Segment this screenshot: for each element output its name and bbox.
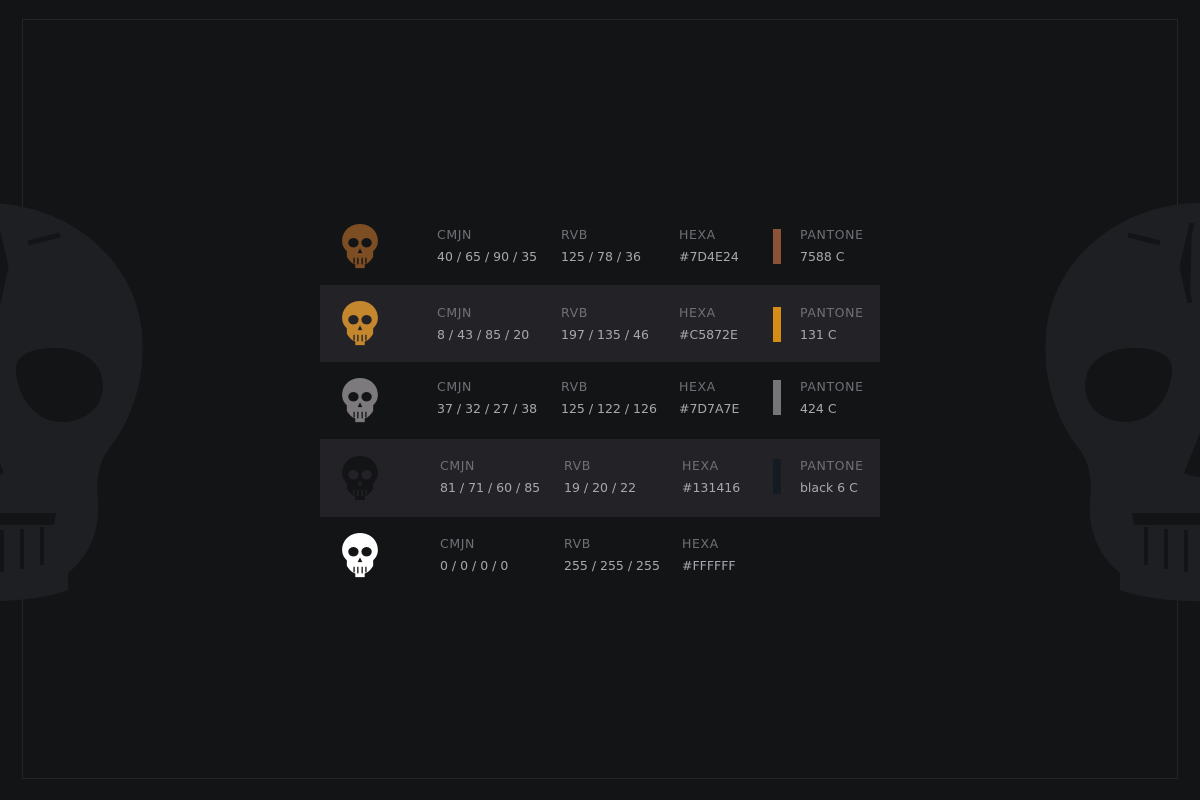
hexa-field: HEXA #C5872E [679, 306, 738, 342]
rvb-field: RVB 125 / 122 / 126 [561, 380, 657, 416]
rvb-label: RVB [561, 305, 588, 320]
pantone-swatch [773, 307, 781, 342]
rvb-value: 125 / 122 / 126 [561, 401, 657, 416]
rvb-field: RVB 255 / 255 / 255 [564, 537, 660, 573]
background-skull-right [1040, 195, 1200, 610]
cmjn-field: CMJN 8 / 43 / 85 / 20 [437, 306, 529, 342]
hexa-field: HEXA #FFFFFF [682, 537, 736, 573]
skull-icon [342, 532, 378, 578]
skull-icon [342, 300, 378, 346]
skull-shape [342, 223, 378, 269]
hexa-value: #131416 [682, 480, 741, 495]
hexa-field: HEXA #7D4E24 [679, 228, 739, 264]
hexa-field: HEXA #131416 [682, 459, 740, 495]
pantone-swatch [773, 229, 781, 264]
hexa-value: #FFFFFF [682, 558, 736, 573]
hexa-value: #7D4E24 [679, 249, 739, 264]
pantone-label: PANTONE [800, 227, 864, 242]
skull-icon [0, 203, 143, 601]
hexa-label: HEXA [679, 305, 716, 320]
skull-icon [342, 223, 378, 269]
cmjn-label: CMJN [440, 536, 475, 551]
palette-row-brown: CMJN 40 / 65 / 90 / 35 RVB 125 / 78 / 36… [320, 208, 880, 285]
color-palette: CMJN 40 / 65 / 90 / 35 RVB 125 / 78 / 36… [320, 208, 880, 593]
pantone-value: black 6 C [800, 480, 858, 495]
rvb-value: 255 / 255 / 255 [564, 558, 660, 573]
rvb-value: 19 / 20 / 22 [564, 480, 637, 495]
palette-row-white: CMJN 0 / 0 / 0 / 0 RVB 255 / 255 / 255 H… [320, 517, 880, 593]
skull-shape [342, 532, 378, 578]
rvb-label: RVB [561, 379, 588, 394]
cmjn-label: CMJN [440, 458, 475, 473]
rvb-label: RVB [564, 536, 591, 551]
palette-row-gray: CMJN 37 / 32 / 27 / 38 RVB 125 / 122 / 1… [320, 362, 880, 439]
skull-shape [342, 377, 378, 423]
rvb-label: RVB [561, 227, 588, 242]
hexa-field: HEXA #7D7A7E [679, 380, 739, 416]
skull-shape [342, 455, 378, 501]
cmjn-field: CMJN 40 / 65 / 90 / 35 [437, 228, 537, 264]
rvb-value: 197 / 135 / 46 [561, 327, 649, 342]
pantone-field: PANTONE black 6 C [800, 459, 864, 495]
hexa-label: HEXA [682, 458, 719, 473]
rvb-field: RVB 197 / 135 / 46 [561, 306, 649, 342]
background-skull-left [0, 195, 160, 610]
cmjn-value: 40 / 65 / 90 / 35 [437, 249, 538, 264]
palette-row-black: CMJN 81 / 71 / 60 / 85 RVB 19 / 20 / 22 … [320, 439, 880, 517]
cmjn-value: 8 / 43 / 85 / 20 [437, 327, 530, 342]
pantone-field: PANTONE 131 C [800, 306, 864, 342]
pantone-value: 131 C [800, 327, 837, 342]
hexa-label: HEXA [682, 536, 719, 551]
rvb-field: RVB 125 / 78 / 36 [561, 228, 641, 264]
pantone-swatch [773, 380, 781, 415]
pantone-label: PANTONE [800, 379, 864, 394]
skull-icon [342, 377, 378, 423]
pantone-value: 424 C [800, 401, 837, 416]
pantone-field: PANTONE 7588 C [800, 228, 864, 264]
hexa-value: #C5872E [679, 327, 738, 342]
cmjn-value: 37 / 32 / 27 / 38 [437, 401, 538, 416]
cmjn-field: CMJN 0 / 0 / 0 / 0 [440, 537, 508, 573]
pantone-swatch [773, 459, 781, 494]
pantone-field: PANTONE 424 C [800, 380, 864, 416]
skull-icon [1045, 203, 1200, 602]
hexa-value: #7D7A7E [679, 401, 740, 416]
rvb-value: 125 / 78 / 36 [561, 249, 641, 264]
cmjn-value: 0 / 0 / 0 / 0 [440, 558, 509, 573]
rvb-field: RVB 19 / 20 / 22 [564, 459, 636, 495]
rvb-label: RVB [564, 458, 591, 473]
skull-shape [342, 300, 378, 346]
palette-row-orange: CMJN 8 / 43 / 85 / 20 RVB 197 / 135 / 46… [320, 285, 880, 362]
pantone-value: 7588 C [800, 249, 845, 264]
cmjn-label: CMJN [437, 379, 472, 394]
cmjn-field: CMJN 81 / 71 / 60 / 85 [440, 459, 540, 495]
skull-icon [342, 455, 378, 501]
pantone-label: PANTONE [800, 305, 864, 320]
hexa-label: HEXA [679, 227, 716, 242]
cmjn-label: CMJN [437, 305, 472, 320]
cmjn-label: CMJN [437, 227, 472, 242]
hexa-label: HEXA [679, 379, 716, 394]
pantone-label: PANTONE [800, 458, 864, 473]
cmjn-value: 81 / 71 / 60 / 85 [440, 480, 541, 495]
cmjn-field: CMJN 37 / 32 / 27 / 38 [437, 380, 537, 416]
